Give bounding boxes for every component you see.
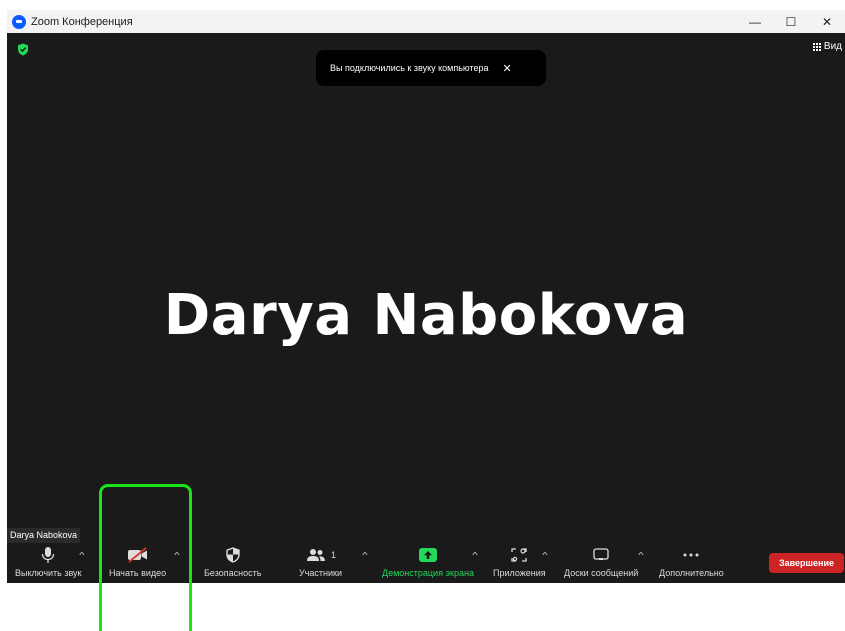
more-button[interactable]: Дополнительно	[659, 543, 724, 583]
zoom-logo-icon	[12, 14, 26, 29]
participants-button[interactable]: 1 Участники	[299, 543, 342, 583]
whiteboards-button[interactable]: Доски сообщений	[564, 543, 638, 583]
mute-label: Выключить звук	[15, 568, 82, 578]
apps-button[interactable]: Приложения	[493, 543, 546, 583]
security-shield-icon	[226, 547, 240, 563]
toast-text: Вы подключились к звуку компьютера	[330, 63, 489, 73]
title-bar: Zoom Конференция — ☐ ✕	[7, 10, 845, 33]
encryption-shield-icon[interactable]	[17, 43, 29, 56]
security-button[interactable]: Безопасность	[204, 543, 261, 583]
participants-label: Участники	[299, 568, 342, 578]
audio-options-caret[interactable]: ^	[79, 551, 84, 560]
participants-options-caret[interactable]: ^	[362, 551, 367, 560]
participant-count-badge: 1	[330, 550, 336, 560]
participant-display-name: Darya Nabokova	[163, 283, 689, 348]
window-controls: — ☐ ✕	[737, 10, 845, 33]
more-dots-icon	[683, 553, 699, 557]
end-meeting-button[interactable]: Завершение	[769, 553, 844, 573]
toast-close-icon[interactable]: ✕	[503, 62, 512, 75]
grid-view-icon	[812, 42, 821, 51]
window-title: Zoom Конференция	[31, 15, 133, 28]
start-video-highlight	[99, 484, 192, 631]
audio-connected-toast: Вы подключились к звуку компьютера ✕	[316, 50, 546, 86]
share-options-caret[interactable]: ^	[472, 551, 477, 560]
apps-icon	[511, 548, 527, 562]
more-label: Дополнительно	[659, 568, 724, 578]
close-button[interactable]: ✕	[809, 10, 845, 33]
whiteboards-label: Доски сообщений	[564, 568, 639, 578]
whiteboards-options-caret[interactable]: ^	[638, 551, 643, 560]
view-label: Вид	[823, 41, 842, 52]
maximize-button[interactable]: ☐	[773, 10, 809, 33]
minimize-button[interactable]: —	[737, 10, 773, 33]
share-screen-button[interactable]: Демонстрация экрана	[382, 543, 474, 583]
microphone-icon	[42, 547, 55, 563]
share-screen-icon	[418, 548, 437, 562]
view-button[interactable]: Вид	[812, 41, 842, 52]
security-label: Безопасность	[204, 568, 262, 578]
whiteboard-icon	[593, 548, 609, 560]
share-screen-label: Демонстрация экрана	[382, 568, 474, 578]
participant-name-tag: Darya Nabokova	[7, 528, 81, 543]
apps-label: Приложения	[493, 568, 546, 578]
mute-button[interactable]: Выключить звук	[15, 543, 82, 583]
participants-icon	[306, 549, 325, 561]
apps-options-caret[interactable]: ^	[542, 551, 547, 560]
